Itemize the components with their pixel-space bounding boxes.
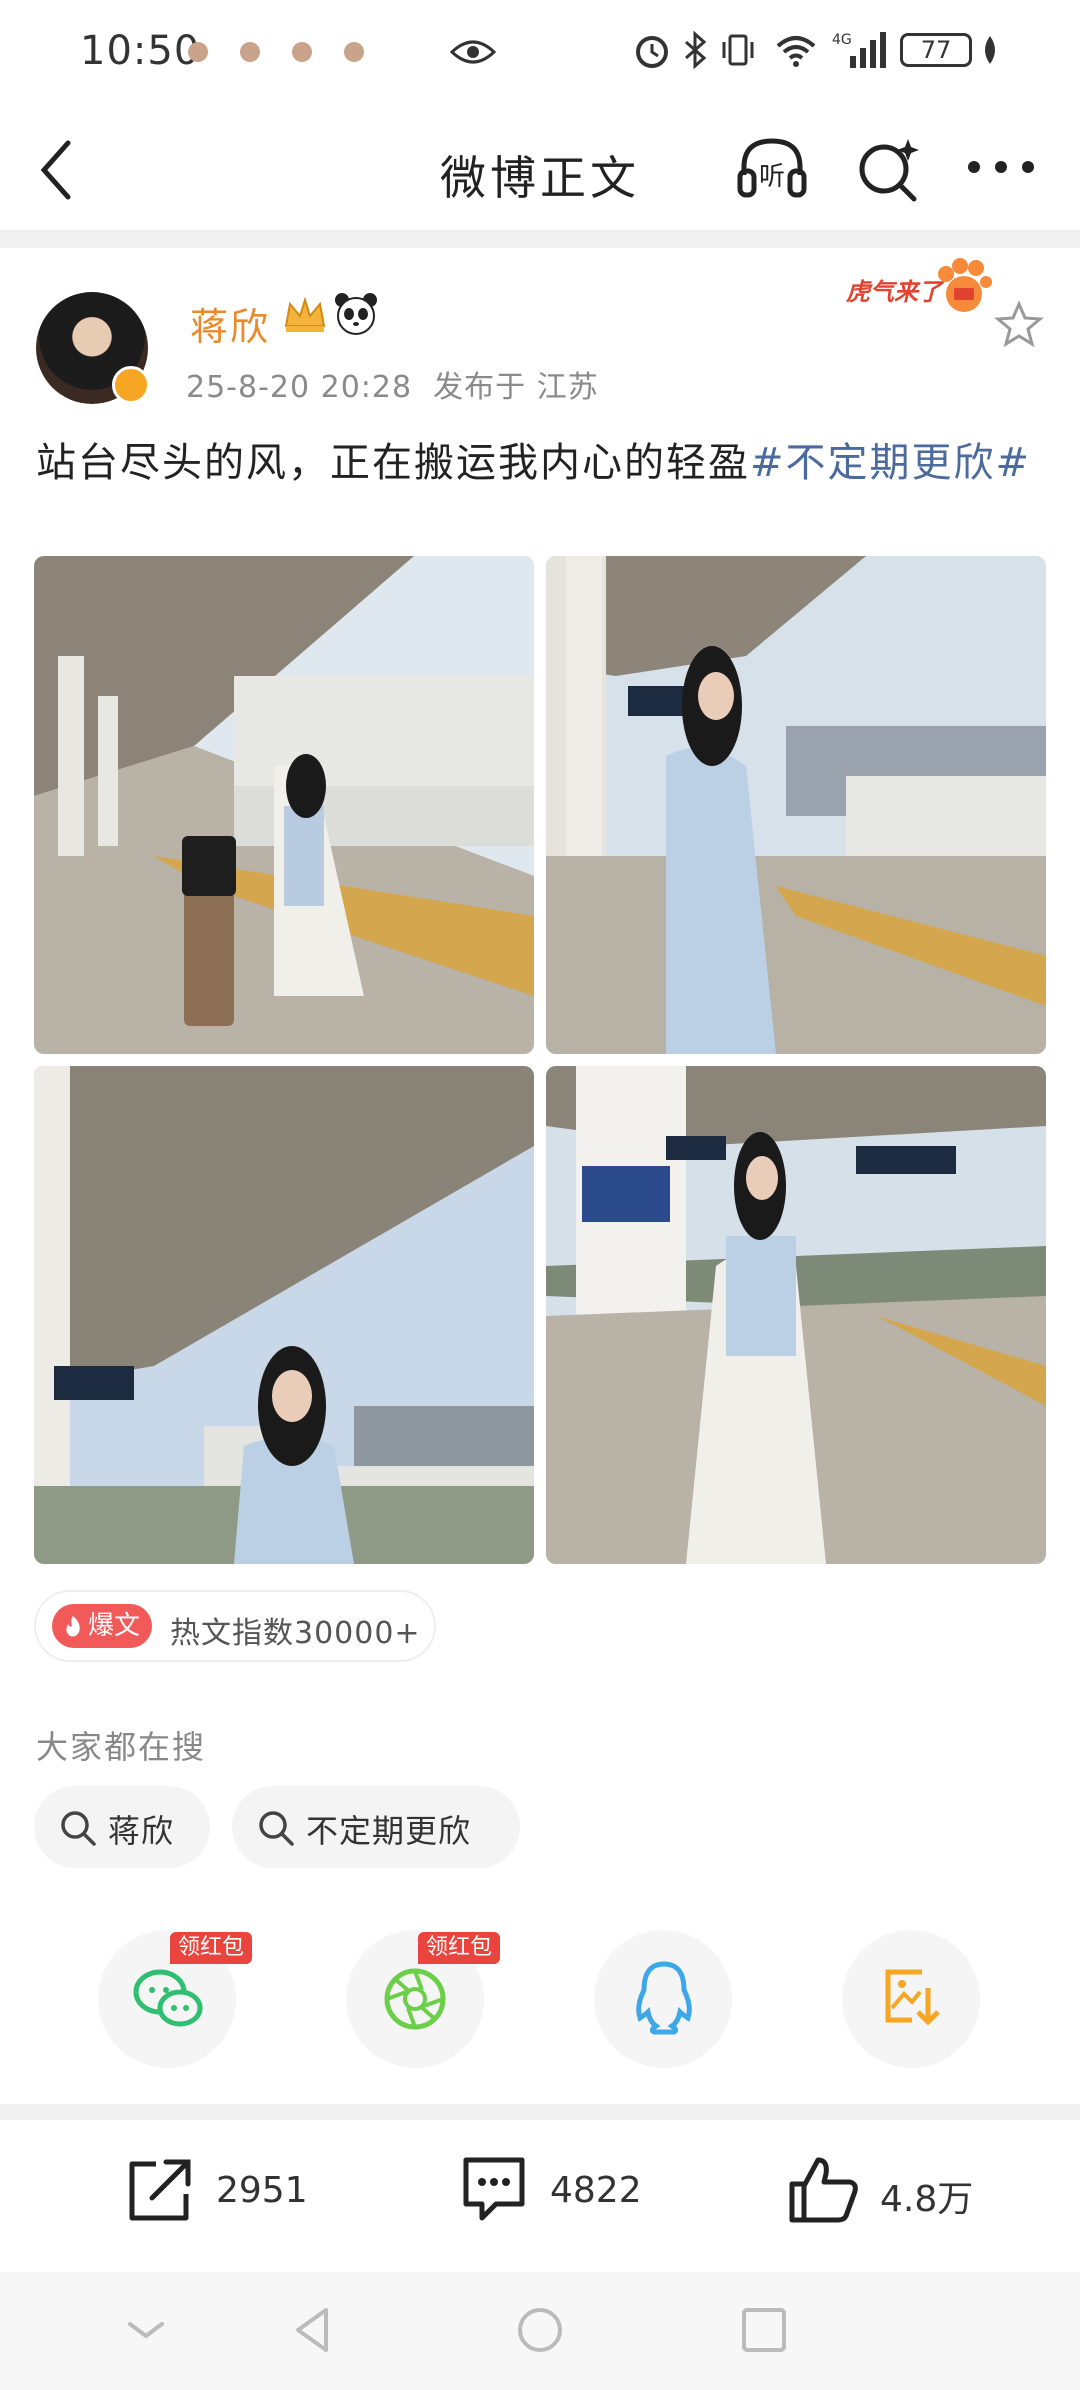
divider	[0, 230, 1080, 248]
listen-icon[interactable]: 听	[736, 135, 808, 201]
favorite-star-icon[interactable]	[994, 300, 1044, 350]
nav-recents-icon[interactable]	[736, 2302, 792, 2358]
hashtag-link[interactable]: #不定期更欣#	[750, 440, 1031, 486]
verified-badge-icon	[112, 366, 150, 404]
post-body: 站台尽头的风，正在搬运我内心的轻盈	[36, 440, 750, 486]
crown-icon	[284, 296, 326, 332]
paw-icon	[240, 42, 260, 62]
like-icon[interactable]	[786, 2152, 862, 2228]
paw-icon	[344, 42, 364, 62]
flame-icon	[66, 1616, 80, 1637]
comment-count: 4822	[550, 2170, 642, 2211]
panda-icon	[335, 293, 377, 335]
hot-index-text: 热文指数30000+	[170, 1616, 421, 1651]
paw-icon	[292, 42, 312, 62]
nav-home-icon[interactable]	[512, 2302, 568, 2358]
hide-keyboard-icon[interactable]	[118, 2302, 174, 2358]
tiger-paw-icon	[938, 258, 992, 312]
save-image-icon	[885, 1969, 940, 2026]
eye-icon	[450, 40, 496, 64]
trending-searches-heading: 大家都在搜	[36, 1728, 207, 1766]
ai-search-icon[interactable]	[856, 133, 922, 203]
qq-icon	[636, 1961, 692, 2035]
post-photo-1[interactable]	[34, 556, 534, 1054]
post-photo-2[interactable]	[546, 556, 1046, 1054]
share-qq-button[interactable]	[594, 1930, 732, 2068]
red-packet-badge: 领红包	[418, 1932, 501, 1964]
post-photo-3[interactable]	[34, 1066, 534, 1564]
moments-icon	[384, 1968, 446, 2030]
battery-indicator: 77	[900, 33, 972, 67]
search-icon	[259, 1811, 294, 1846]
save-image-button[interactable]	[842, 1930, 980, 2068]
post-photo-4[interactable]	[546, 1066, 1046, 1564]
event-badge-text: 虎气来了	[846, 278, 942, 306]
search-chip-label: 不定期更欣	[306, 1812, 472, 1850]
svg-text:听: 听	[759, 162, 785, 192]
status-time: 10:50	[80, 28, 201, 74]
post-meta: 25-8-20 20:28 发布于 江苏	[186, 362, 599, 406]
status-bar: 10:50 4G 77	[0, 0, 1080, 110]
bluetooth-icon	[685, 30, 707, 70]
leaf-icon	[985, 36, 995, 64]
vibrate-icon	[722, 34, 754, 66]
paw-icon	[188, 42, 208, 62]
search-icon	[61, 1811, 96, 1846]
signal-icon: 4G	[832, 32, 886, 68]
comment-icon[interactable]	[456, 2152, 532, 2228]
post-text: 站台尽头的风，正在搬运我内心的轻盈#不定期更欣#	[36, 434, 1046, 492]
event-badge[interactable]: 虎气来了	[846, 254, 992, 316]
divider	[0, 2104, 1080, 2120]
search-chip-label: 蒋欣	[108, 1812, 175, 1850]
post-timestamp: 25-8-20 20:28	[186, 370, 413, 405]
alarm-icon	[636, 36, 668, 68]
repost-icon[interactable]	[122, 2152, 198, 2228]
author-name[interactable]: 蒋欣	[190, 296, 270, 351]
wifi-icon	[776, 36, 816, 67]
red-packet-badge: 领红包	[170, 1932, 253, 1964]
nav-back-icon[interactable]	[286, 2302, 342, 2358]
repost-count: 2951	[216, 2170, 308, 2211]
like-count: 4.8万	[880, 2179, 974, 2220]
wechat-icon	[133, 1969, 203, 2027]
more-icon[interactable]	[966, 157, 1036, 177]
svg-text:4G: 4G	[832, 32, 852, 48]
post-location: 发布于 江苏	[433, 370, 599, 405]
